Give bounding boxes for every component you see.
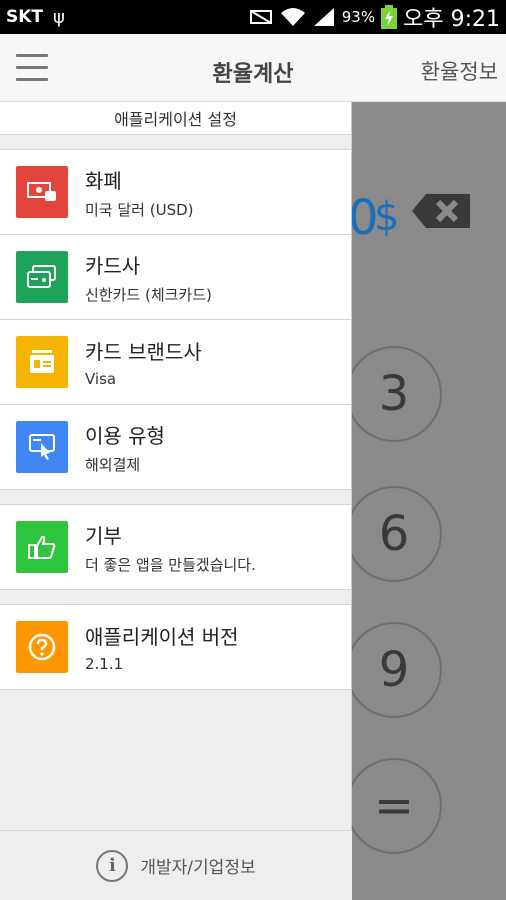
- usage-type-icon: [16, 421, 68, 473]
- developer-info-label: 개발자/기업정보: [140, 858, 256, 878]
- navigation-drawer: 애플리케이션 설정 화폐 미국 달러 (USD) 카드사 신한카드 (체크카드)…: [0, 102, 352, 900]
- wifi-icon: [280, 8, 305, 26]
- drawer-item-subtitle: 미국 달러 (USD): [85, 200, 194, 219]
- clock: 오후 9:21: [403, 7, 500, 32]
- app-bar: 환율계산 환율정보: [0, 34, 506, 102]
- card-brand-icon: [16, 336, 68, 388]
- currency-icon: [16, 166, 68, 218]
- drawer-item-subtitle: 2.1.1: [85, 655, 124, 673]
- thumbs-up-icon: [16, 521, 68, 573]
- calculator-panel: 0 $ 3 6 9 =: [352, 102, 506, 900]
- drawer-item-app-version[interactable]: 애플리케이션 버전 2.1.1: [0, 604, 351, 690]
- drawer-item-title: 카드 브랜드사: [85, 340, 202, 364]
- carrier-label: SKT: [6, 7, 44, 27]
- drawer-item-usage-type[interactable]: 이용 유형 해외결제: [0, 404, 351, 490]
- key-3[interactable]: 3: [352, 346, 442, 442]
- info-icon: i: [96, 849, 129, 882]
- drawer-item-donate[interactable]: 기부 더 좋은 앱을 만들겠습니다.: [0, 504, 351, 590]
- key-6[interactable]: 6: [352, 486, 442, 582]
- signal-icon: [313, 8, 334, 26]
- drawer-item-title: 화폐: [85, 168, 122, 193]
- key-9[interactable]: 9: [352, 622, 442, 718]
- battery-charging-icon: [381, 5, 398, 29]
- question-icon: [16, 621, 68, 673]
- drawer-item-subtitle: 신한카드 (체크카드): [85, 285, 212, 304]
- currency-symbol: $: [374, 194, 400, 240]
- key-equals[interactable]: =: [352, 758, 442, 854]
- battery-percent: 93%: [341, 8, 376, 26]
- drawer-item-subtitle: Visa: [85, 370, 117, 388]
- drawer-item-title: 카드사: [85, 253, 141, 278]
- card-company-icon: [16, 251, 68, 303]
- drawer-item-card-brand[interactable]: 카드 브랜드사 Visa: [0, 319, 351, 405]
- usb-icon: ψ: [53, 6, 65, 28]
- drawer-header: 애플리케이션 설정: [0, 102, 351, 135]
- drawer-item-title: 애플리케이션 버전: [85, 625, 239, 649]
- exchange-info-button[interactable]: 환율정보: [421, 56, 498, 86]
- drawer-item-currency[interactable]: 화폐 미국 달러 (USD): [0, 149, 351, 235]
- drawer-item-subtitle: 해외결제: [85, 455, 141, 474]
- mute-icon: [249, 10, 272, 24]
- drawer-item-card-company[interactable]: 카드사 신한카드 (체크카드): [0, 234, 351, 320]
- backspace-icon[interactable]: [412, 194, 470, 228]
- developer-info-button[interactable]: i 개발자/기업정보: [0, 830, 352, 900]
- drawer-item-title: 기부: [85, 523, 122, 548]
- drawer-item-title: 이용 유형: [85, 423, 165, 448]
- drawer-item-subtitle: 더 좋은 앱을 만들겠습니다.: [85, 555, 256, 574]
- status-bar: SKT ψ 93% 오후 9:21: [0, 0, 506, 34]
